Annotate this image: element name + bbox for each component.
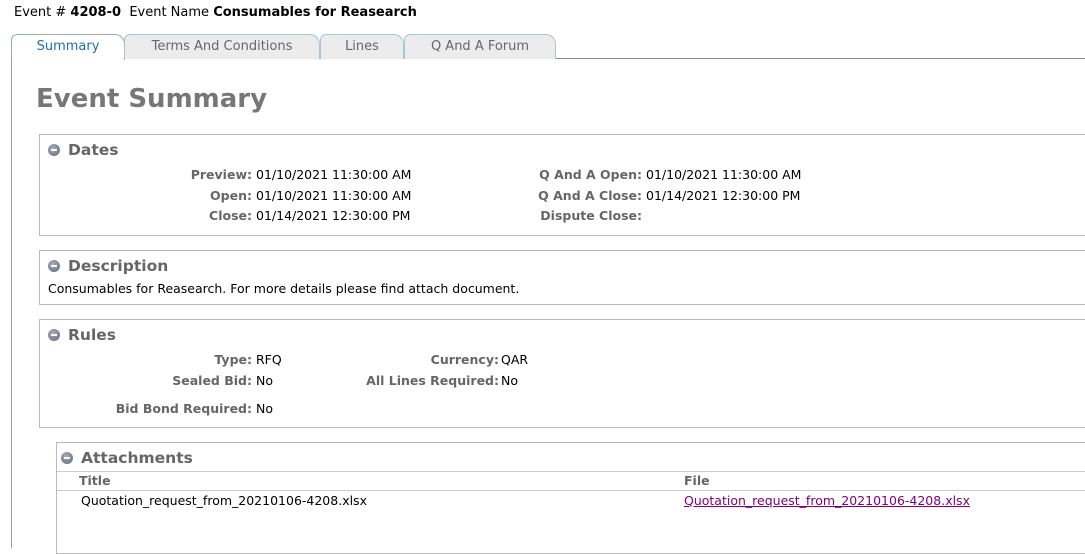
type-value: RFQ [256,352,282,367]
bid-bond-value: No [256,401,273,416]
sealed-bid-value: No [256,373,273,388]
column-file: File [684,473,710,488]
event-name: Consumables for Reasearch [213,5,417,20]
event-number-label: Event # [14,5,67,20]
attachments-title: Attachments [81,449,193,467]
open-label: Open: [210,188,252,203]
all-lines-required-value: No [501,373,518,388]
page-title: Event Summary [36,84,268,114]
description-text: Consumables for Reasearch. For more deta… [48,281,520,296]
attachment-file-link[interactable]: Quotation_request_from_20210106-4208.xls… [684,493,970,508]
tab-terms-and-conditions[interactable]: Terms And Conditions [124,34,320,59]
collapse-icon[interactable] [48,260,60,272]
qa-open-value: 01/10/2021 11:30:00 AM [646,167,802,182]
tab-summary[interactable]: Summary [11,34,125,60]
description-section: Description Consumables for Reasearch. F… [39,250,1085,305]
attachments-header[interactable]: Attachments [61,449,193,467]
bid-bond-label: Bid Bond Required: [115,401,252,416]
collapse-icon[interactable] [48,144,60,156]
close-label: Close: [209,208,252,223]
preview-label: Preview: [190,167,252,182]
dates-title: Dates [68,141,119,159]
dates-section: Dates Preview: 01/10/2021 11:30:00 AM Op… [39,134,1085,236]
description-header[interactable]: Description [48,257,168,275]
attachment-title: Quotation_request_from_20210106-4208.xls… [81,493,367,508]
column-title: Title [79,473,111,488]
qa-close-value: 01/14/2021 12:30:00 PM [646,188,801,203]
sealed-bid-label: Sealed Bid: [172,373,252,388]
event-number: 4208-0 [70,5,122,20]
description-title: Description [68,257,169,275]
preview-value: 01/10/2021 11:30:00 AM [256,167,412,182]
event-name-label: Event Name [129,5,210,20]
open-value: 01/10/2021 11:30:00 AM [256,188,412,203]
tab-lines[interactable]: Lines [320,34,404,59]
rules-title: Rules [68,326,117,344]
rules-header[interactable]: Rules [48,326,116,344]
tab-q-and-a-forum[interactable]: Q And A Forum [404,34,556,59]
type-label: Type: [214,352,252,367]
qa-close-label: Q And A Close: [538,188,642,203]
currency-value: QAR [501,352,529,367]
qa-open-label: Q And A Open: [539,167,642,182]
collapse-icon[interactable] [48,329,60,341]
attachments-table-header [57,471,1085,491]
dispute-close-label: Dispute Close: [540,208,642,223]
close-value: 01/14/2021 12:30:00 PM [256,208,411,223]
all-lines-required-label: All Lines Required: [366,373,499,388]
currency-label: Currency: [430,352,499,367]
rules-section: Rules Type: RFQ Sealed Bid: No Bid Bond … [39,319,1085,428]
event-header: Event # 4208-0 Event Name Consumables fo… [14,5,417,20]
collapse-icon[interactable] [61,452,73,464]
dates-header[interactable]: Dates [48,141,118,159]
attachments-section: Attachments Title File Quotation_request… [56,442,1085,554]
